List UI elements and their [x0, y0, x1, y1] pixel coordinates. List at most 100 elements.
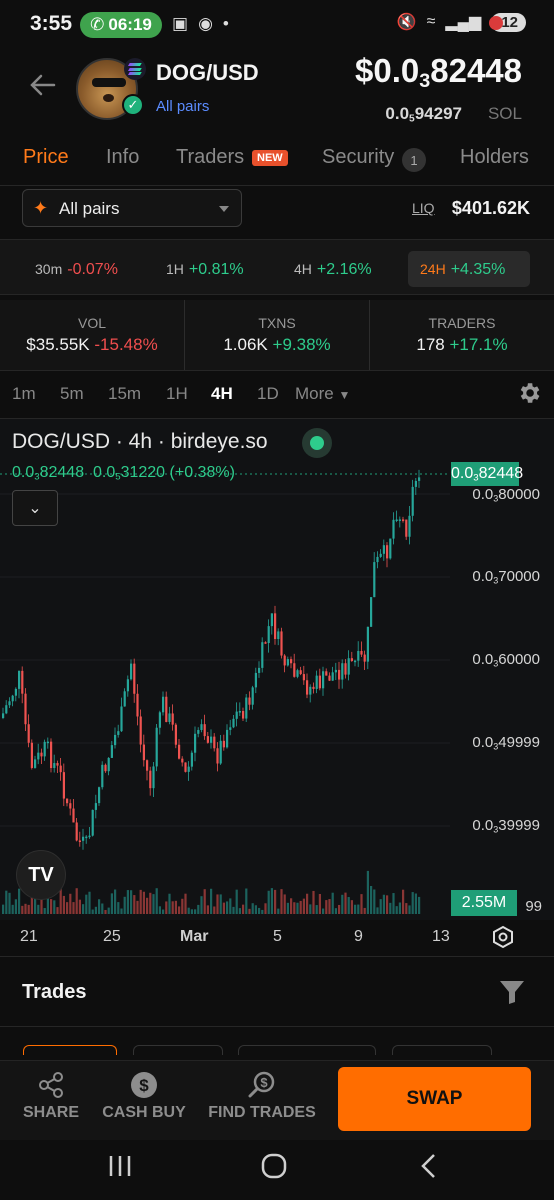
candle-body — [94, 803, 97, 810]
change-30m[interactable]: 30m -0.07% — [35, 261, 118, 279]
volume-bar — [398, 902, 401, 914]
tab-holders[interactable]: Holders — [460, 146, 529, 169]
candle-body — [283, 655, 286, 666]
candle-body — [88, 835, 91, 838]
volume-bar — [197, 904, 200, 914]
filter-icon[interactable] — [498, 978, 526, 1006]
candle-body — [277, 631, 280, 639]
candle-body — [386, 545, 389, 559]
all-pairs-link[interactable]: All pairs — [156, 98, 209, 115]
tab-traders[interactable]: Traders — [176, 146, 244, 169]
liquidity-value: $401.62K — [451, 198, 530, 218]
volume-bar — [158, 906, 161, 914]
reset-chart-icon[interactable] — [490, 924, 516, 950]
candle-body — [91, 809, 94, 836]
candle-body — [184, 762, 187, 772]
swap-button[interactable]: SWAP — [338, 1067, 531, 1131]
volume-bar — [354, 904, 357, 914]
volume-bar — [174, 900, 177, 914]
timeframe-5m[interactable]: 5m — [60, 384, 84, 404]
trades-filter-chip[interactable] — [238, 1045, 376, 1055]
volume-bar — [296, 902, 299, 914]
candle-body — [155, 727, 158, 767]
trades-filter-chip[interactable] — [133, 1045, 223, 1055]
candle-body — [114, 734, 117, 746]
candle-body — [104, 764, 107, 772]
stat-traders: TRADERS 178 +17.1% — [370, 300, 554, 370]
candle-body — [53, 763, 56, 769]
candle-body — [85, 836, 88, 839]
stat-txns: TXNS 1.06K +9.38% — [185, 300, 369, 370]
volume-bar — [318, 893, 321, 914]
candle-body — [18, 670, 21, 689]
call-indicator[interactable]: ✆ 06:19 — [80, 12, 162, 38]
share-button[interactable]: SHARE — [22, 1070, 80, 1122]
timeframe-more[interactable]: More ▼ — [295, 384, 350, 404]
volume-bar — [88, 891, 91, 914]
tradingview-logo-icon[interactable]: TV — [16, 850, 66, 900]
candle-body — [50, 741, 53, 769]
volume-bar — [402, 889, 405, 914]
change-1h[interactable]: 1H +0.81% — [166, 261, 244, 279]
gear-icon[interactable] — [516, 380, 542, 406]
tab-price[interactable]: Price — [23, 146, 69, 169]
trades-filter-chip[interactable] — [392, 1045, 492, 1055]
volume-bar — [350, 900, 353, 914]
change-24h[interactable]: 24H +4.35% — [420, 261, 505, 279]
volume-bar — [357, 904, 360, 914]
volume-bar — [331, 892, 334, 914]
candle-body — [245, 697, 248, 719]
back-arrow-icon[interactable] — [28, 70, 56, 100]
candle-body — [187, 766, 190, 772]
volume-bar — [376, 907, 379, 914]
dot-icon: • — [222, 14, 229, 33]
candle-body — [213, 736, 216, 749]
find-trades-button[interactable]: $ FIND TRADES — [206, 1070, 318, 1122]
candle-body — [235, 711, 238, 719]
volume-bar — [165, 901, 168, 914]
volume-bar — [315, 905, 318, 914]
candlestick-chart[interactable] — [0, 418, 554, 920]
change-4h[interactable]: 4H +2.16% — [294, 261, 372, 279]
sparkle-icon: ✦ — [33, 198, 49, 218]
candle-body — [350, 658, 353, 661]
candle-body — [133, 663, 136, 694]
candle-body — [232, 718, 235, 728]
timeframe-4h[interactable]: 4H — [211, 384, 233, 404]
candle-body — [267, 626, 270, 644]
candle-body — [389, 538, 392, 559]
trades-filter-chip[interactable] — [23, 1045, 117, 1055]
home-icon[interactable] — [254, 1150, 294, 1182]
volume-bar — [120, 908, 123, 914]
volume-bar — [405, 903, 408, 914]
volume-bar — [373, 889, 376, 914]
timeframe-1h[interactable]: 1H — [166, 384, 188, 404]
candle-body — [21, 670, 24, 694]
volume-bar — [24, 903, 27, 914]
collapse-legend-button[interactable]: ⌄ — [12, 490, 58, 526]
tab-info[interactable]: Info — [106, 146, 139, 169]
volume-bar — [62, 895, 65, 914]
liquidity-label[interactable]: LIQ — [412, 200, 435, 216]
signal-icon: ▂▄▆ — [445, 14, 482, 31]
recent-apps-icon[interactable] — [100, 1150, 140, 1182]
x-axis-label: 13 — [432, 928, 450, 945]
candle-body — [344, 663, 347, 675]
volume-bar — [11, 904, 14, 914]
svg-text:$: $ — [260, 1075, 268, 1090]
candle-body — [341, 663, 344, 680]
timeframe-1d[interactable]: 1D — [257, 384, 279, 404]
volume-bar — [56, 907, 59, 914]
timeframe-1m[interactable]: 1m — [12, 384, 36, 404]
pair-selector[interactable]: ✦ All pairs — [22, 189, 242, 227]
cash-buy-button[interactable]: $ CASH BUY — [100, 1070, 188, 1122]
volume-bar — [178, 906, 181, 914]
volume-bar — [126, 890, 129, 914]
volume-tag: 2.55M — [451, 890, 517, 916]
volume-bar — [152, 894, 155, 914]
volume-bar — [149, 892, 152, 914]
back-nav-icon[interactable] — [410, 1150, 450, 1182]
timeframe-15m[interactable]: 15m — [108, 384, 141, 404]
tab-security[interactable]: Security — [322, 146, 394, 169]
volume-bar — [2, 904, 5, 914]
